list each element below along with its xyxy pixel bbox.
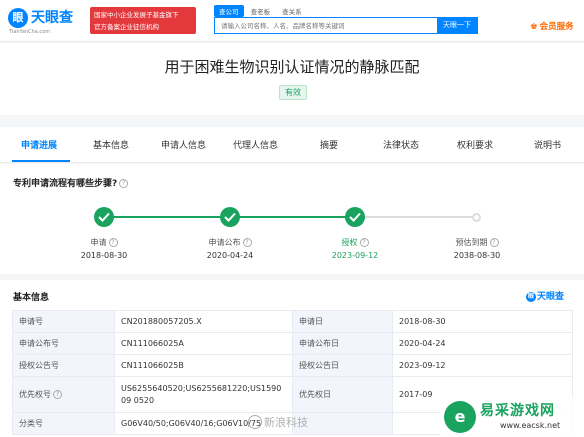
field-label-text: 优先权号 <box>19 390 51 399</box>
tab-abstract[interactable]: 摘要 <box>320 138 338 151</box>
field-value: US6255640520;US6255681220;US159009 0520 <box>114 376 293 413</box>
field-value: CN201880057205.X <box>114 310 293 333</box>
vip-crown-icon: ♚ <box>530 22 538 32</box>
step-name-text: 申请公布 <box>208 238 241 247</box>
step-check-icon <box>220 207 240 227</box>
tab-agent[interactable]: 代理人信息 <box>233 138 278 151</box>
tianyancha-watermark-logo: 眼天眼查 <box>526 289 564 302</box>
status-badge: 有效 <box>279 85 307 100</box>
field-value: 2020-04-24 <box>392 332 573 355</box>
tab-progress[interactable]: 申请进展 <box>21 138 57 151</box>
site-url: www.eacsk.net <box>500 421 561 430</box>
step-date: 2018-08-30 <box>80 251 128 260</box>
info-logo-text: 天眼查 <box>537 292 565 302</box>
flow-title: 专利申请流程有哪些步骤?? <box>13 176 129 189</box>
top-header: 眼 天眼查 TianYanCha.com 国家中小企业发展子基金旗下 官方备案企… <box>0 0 584 42</box>
step-name: 预估到期? <box>432 237 522 248</box>
site-logo-icon: e <box>444 401 476 433</box>
step-check-icon <box>345 207 365 227</box>
step-name: 申请? <box>59 237 149 248</box>
search-tab-boss[interactable]: 查老板 <box>246 5 276 17</box>
step-name-text: 预估到期 <box>455 238 488 247</box>
patent-title: 用于困难生物识别认证情况的静脉匹配 <box>164 58 420 76</box>
step-date: 2038-08-30 <box>453 251 501 260</box>
help-icon[interactable]: ? <box>359 238 369 247</box>
search-button[interactable]: 天眼一下 <box>437 18 477 33</box>
field-label: 申请号 <box>12 310 115 333</box>
help-icon[interactable]: ? <box>108 238 118 247</box>
watermark-text: 新浪科技 <box>264 416 308 429</box>
help-icon[interactable]: ? <box>242 238 252 247</box>
field-value: 2023-09-12 <box>392 354 573 377</box>
help-icon[interactable]: ? <box>119 179 129 188</box>
eye-logo-icon: 眼 <box>8 8 28 28</box>
search-type-tabs: 查公司 查老板 查关系 <box>214 5 307 17</box>
search-tab-company[interactable]: 查公司 <box>214 5 244 17</box>
table-row: 申请公布号 CN111066025A 申请公布日 2020-04-24 <box>12 332 573 355</box>
table-row: 授权公告号 CN111066025B 授权公告日 2023-09-12 <box>12 354 573 377</box>
application-progress: 专利申请流程有哪些步骤?? 申请? 2018-08-30 申请公布? 2020-… <box>0 164 584 274</box>
field-label: 优先权号? <box>12 376 115 413</box>
progress-line-2 <box>230 216 355 218</box>
field-label: 授权公告号 <box>12 354 115 377</box>
field-label: 申请日 <box>292 310 393 333</box>
field-value: CN111066025B <box>114 354 293 377</box>
sina-tech-watermark: 新浪科技 <box>248 414 308 430</box>
step-name: 申请公布? <box>185 237 275 248</box>
active-tab-underline <box>12 160 70 162</box>
tab-claims[interactable]: 权利要求 <box>457 138 493 151</box>
step-name-text: 申请 <box>90 238 107 247</box>
vip-label: 会员服务 <box>539 22 574 32</box>
banner-line-2: 官方备案企业征信机构 <box>94 23 159 31</box>
tianyancha-logo[interactable]: 眼 天眼查 TianYanCha.com <box>8 7 88 35</box>
step-name-text: 授权 <box>341 238 358 247</box>
field-label: 申请公布号 <box>12 332 115 355</box>
site-name: 易采游戏网 <box>480 403 555 419</box>
search-input[interactable] <box>215 18 439 33</box>
help-icon[interactable]: ? <box>53 390 62 399</box>
field-value: 2018-08-30 <box>392 310 573 333</box>
table-row: 申请号 CN201880057205.X 申请日 2018-08-30 <box>12 310 573 333</box>
help-icon[interactable]: ? <box>489 238 499 247</box>
tab-description[interactable]: 说明书 <box>534 138 561 151</box>
field-label: 申请公布日 <box>292 332 393 355</box>
step-pending-dot <box>472 213 481 222</box>
field-label: 优先权日 <box>292 376 393 413</box>
vip-service-link[interactable]: ♚ 会员服务 <box>530 20 574 32</box>
logo-subtext: TianYanCha.com <box>9 29 51 35</box>
flow-title-text: 专利申请流程有哪些步骤? <box>13 179 118 189</box>
step-date: 2023-09-12 <box>331 251 379 260</box>
section-title: 基本信息 <box>13 293 50 303</box>
tab-applicant[interactable]: 申请人信息 <box>161 138 206 151</box>
detail-tabs: 申请进展 基本信息 申请人信息 代理人信息 摘要 法律状态 权利要求 说明书 <box>0 127 584 163</box>
tab-legal-status[interactable]: 法律状态 <box>383 138 419 151</box>
weibo-icon <box>248 415 262 429</box>
field-label: 分类号 <box>12 412 115 435</box>
field-value: CN111066025A <box>114 332 293 355</box>
progress-line-3 <box>355 216 477 218</box>
site-watermark: e 易采游戏网 www.eacsk.net <box>440 397 584 437</box>
field-label: 授权公告日 <box>292 354 393 377</box>
search-box: 天眼一下 <box>214 17 478 34</box>
official-banner[interactable]: 国家中小企业发展子基金旗下 官方备案企业征信机构 <box>90 7 196 34</box>
banner-line-1: 国家中小企业发展子基金旗下 <box>94 11 179 19</box>
progress-line-1 <box>104 216 230 218</box>
tab-basic-info[interactable]: 基本信息 <box>93 138 129 151</box>
search-tab-relation[interactable]: 查关系 <box>277 5 307 17</box>
step-date: 2020-04-24 <box>206 251 254 260</box>
step-check-icon <box>94 207 114 227</box>
logo-text: 天眼查 <box>31 10 73 26</box>
step-name: 授权? <box>310 237 400 248</box>
patent-title-card: 用于困难生物识别认证情况的静脉匹配 有效 <box>0 43 584 115</box>
eye-logo-icon: 眼 <box>526 292 536 302</box>
